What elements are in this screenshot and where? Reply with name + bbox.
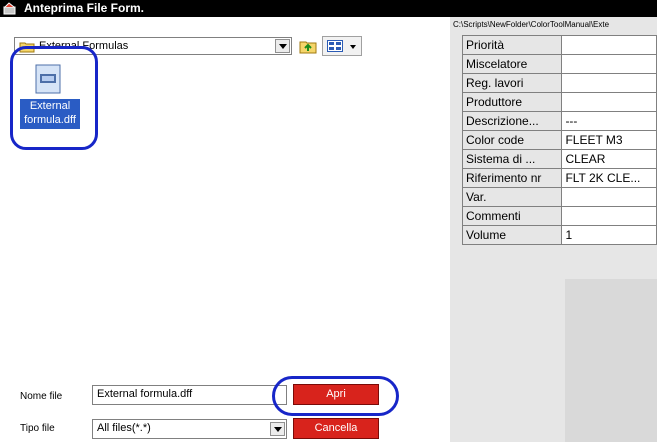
property-value: FLEET M3 bbox=[561, 130, 657, 150]
filename-input[interactable]: External formula.dff bbox=[92, 385, 287, 405]
path-label: C:\Scripts\NewFolder\ColorToolManual\Ext… bbox=[453, 20, 610, 29]
property-key: Commenti bbox=[461, 206, 563, 226]
property-key: Produttore bbox=[461, 92, 563, 112]
property-row[interactable]: Riferimento nr FLT 2K CLE... bbox=[461, 168, 657, 188]
property-row[interactable]: Priorità bbox=[461, 35, 657, 55]
property-value bbox=[561, 187, 657, 207]
folder-dropdown[interactable]: External Formulas bbox=[14, 37, 292, 55]
property-key: Volume bbox=[461, 225, 563, 245]
chevron-down-icon[interactable] bbox=[270, 422, 285, 436]
property-key: Miscelatore bbox=[461, 54, 563, 74]
app-icon bbox=[3, 2, 16, 15]
property-value: FLT 2K CLE... bbox=[561, 168, 657, 188]
folder-icon bbox=[19, 42, 35, 53]
filetype-select[interactable]: All files(*.*) bbox=[92, 419, 287, 439]
property-value: CLEAR bbox=[561, 149, 657, 169]
chevron-down-icon bbox=[350, 45, 356, 49]
property-key: Var. bbox=[461, 187, 563, 207]
property-row[interactable]: Sistema di ... CLEAR bbox=[461, 149, 657, 169]
chevron-down-icon[interactable] bbox=[275, 39, 290, 53]
property-key: Priorità bbox=[461, 35, 563, 55]
filename-label: Nome file bbox=[20, 391, 63, 402]
grid-view-icon bbox=[327, 40, 343, 52]
property-value: --- bbox=[561, 111, 657, 131]
property-row[interactable]: Produttore bbox=[461, 92, 657, 112]
properties-empty-area bbox=[565, 279, 657, 442]
folder-label: External Formulas bbox=[39, 40, 129, 52]
open-button[interactable]: Apri bbox=[293, 384, 379, 405]
property-value bbox=[561, 54, 657, 74]
property-row[interactable]: Reg. lavori bbox=[461, 73, 657, 93]
view-menu-button[interactable] bbox=[322, 36, 362, 56]
property-value: 1 bbox=[561, 225, 657, 245]
window-title: Anteprima File Form. bbox=[24, 1, 145, 15]
property-row[interactable]: Var. bbox=[461, 187, 657, 207]
property-row[interactable]: Volume 1 bbox=[461, 225, 657, 245]
file-details-pane: C:\Scripts\NewFolder\ColorToolManual\Ext… bbox=[450, 17, 657, 442]
property-key: Riferimento nr bbox=[461, 168, 563, 188]
filetype-value: All files(*.*) bbox=[97, 422, 151, 434]
property-value bbox=[561, 206, 657, 226]
filetype-label: Tipo file bbox=[20, 423, 55, 434]
cancel-button[interactable]: Cancella bbox=[293, 418, 379, 439]
property-key: Descrizione... bbox=[461, 111, 563, 131]
dff-file-icon bbox=[35, 64, 61, 94]
property-key: Sistema di ... bbox=[461, 149, 563, 169]
property-row[interactable]: Miscelatore bbox=[461, 54, 657, 74]
file-item[interactable]: External formula.dff bbox=[20, 59, 80, 139]
property-value bbox=[561, 35, 657, 55]
property-row[interactable]: Descrizione... --- bbox=[461, 111, 657, 131]
properties-table: Priorità Miscelatore Reg. lavori Produttore… bbox=[461, 35, 657, 245]
property-key: Color code bbox=[461, 130, 563, 150]
up-folder-icon[interactable] bbox=[298, 36, 318, 56]
property-key: Reg. lavori bbox=[461, 73, 563, 93]
property-row[interactable]: Commenti bbox=[461, 206, 657, 226]
property-row[interactable]: Color code FLEET M3 bbox=[461, 130, 657, 150]
title-bar: Anteprima File Form. bbox=[0, 0, 657, 17]
property-value bbox=[561, 73, 657, 93]
property-value bbox=[561, 92, 657, 112]
file-browser-pane: External Formulas External formula.dff N… bbox=[0, 17, 450, 442]
file-name-label: External formula.dff bbox=[20, 99, 80, 129]
